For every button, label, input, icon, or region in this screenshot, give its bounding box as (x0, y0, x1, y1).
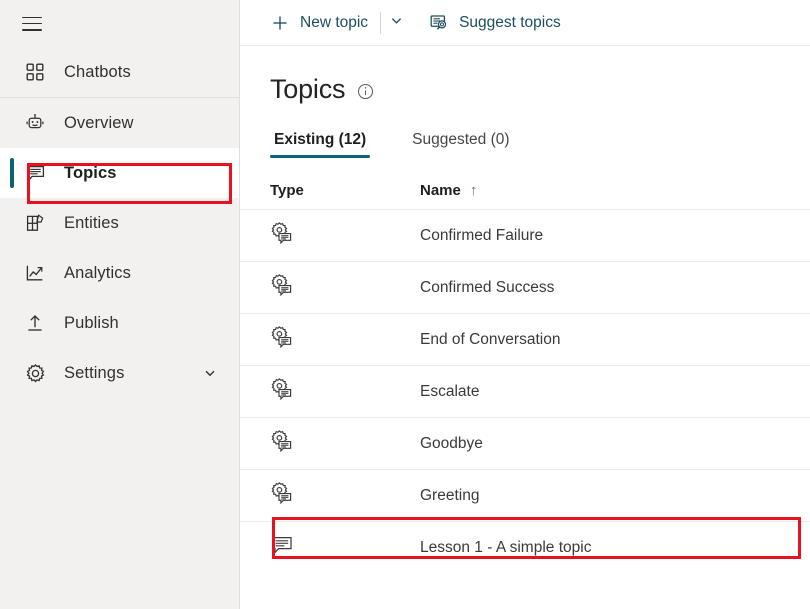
main-content: New topic Suggest topics Topics Existing… (240, 0, 810, 609)
app-root: Chatbots Overview Topics Entities Analyt… (0, 0, 810, 609)
suggest-topics-button[interactable]: Suggest topics (423, 5, 567, 41)
suggest-topics-label: Suggest topics (459, 13, 561, 31)
topic-name-cell: Escalate (420, 382, 480, 400)
table-row[interactable]: Confirmed Success (240, 261, 810, 313)
topic-type-cell (270, 273, 420, 302)
sidebar-item-label: Publish (64, 313, 119, 332)
sidebar-item-publish[interactable]: Publish (0, 298, 239, 348)
sidebar-item-label: Overview (64, 113, 134, 132)
topics-tablist: Existing (12) Suggested (0) (270, 131, 810, 158)
info-icon[interactable] (357, 83, 374, 100)
suggest-topics-icon (429, 13, 449, 33)
sidebar-item-label: Topics (64, 163, 117, 182)
page-title: Topics (270, 74, 346, 104)
sidebar: Chatbots Overview Topics Entities Analyt… (0, 0, 240, 609)
topic-type-cell (270, 325, 420, 354)
system-topic-icon (270, 273, 294, 302)
topic-type-cell (270, 481, 420, 510)
chevron-down-icon (389, 13, 404, 33)
chevron-down-icon[interactable] (203, 366, 217, 380)
tab-existing[interactable]: Existing (12) (270, 131, 371, 158)
hamburger-row (0, 0, 239, 47)
table-row-greeting[interactable]: Greeting (240, 469, 810, 521)
topic-name-cell: End of Conversation (420, 330, 561, 348)
entities-grid-icon (24, 212, 46, 234)
new-topic-button[interactable]: New topic (264, 5, 374, 41)
tab-suggested[interactable]: Suggested (0) (408, 131, 513, 158)
table-header-row: Type Name ↑ (240, 171, 810, 209)
sidebar-item-entities[interactable]: Entities (0, 198, 239, 248)
sidebar-item-topics[interactable]: Topics (0, 148, 239, 198)
new-topic-dropdown-button[interactable] (383, 5, 409, 41)
table-row[interactable]: Lesson 1 - A simple topic (240, 521, 810, 573)
sidebar-item-label: Analytics (64, 263, 131, 282)
table-row[interactable]: Escalate (240, 365, 810, 417)
column-header-name[interactable]: Name ↑ (420, 182, 810, 199)
line-chart-icon (24, 262, 46, 284)
system-topic-icon (270, 481, 294, 510)
hamburger-menu-icon[interactable] (22, 16, 42, 31)
topic-type-cell (270, 429, 420, 458)
bot-icon (24, 112, 46, 134)
upload-icon (24, 312, 46, 334)
topic-name-cell: Greeting (420, 486, 480, 504)
sidebar-item-overview[interactable]: Overview (0, 98, 239, 148)
system-topic-icon (270, 377, 294, 406)
sidebar-item-label: Chatbots (64, 62, 131, 81)
selection-indicator (10, 158, 14, 188)
page-header: Topics (240, 46, 810, 103)
topics-table: Type Name ↑ Confirmed Failure Confirmed … (240, 171, 810, 573)
table-row[interactable]: End of Conversation (240, 313, 810, 365)
column-header-name-label: Name (420, 181, 461, 199)
chat-bubble-icon (24, 162, 46, 184)
topic-name-cell: Goodbye (420, 434, 483, 452)
system-topic-icon (270, 221, 294, 250)
command-separator (380, 11, 382, 34)
sidebar-item-chatbots[interactable]: Chatbots (0, 47, 239, 97)
hamburger-bar (22, 16, 42, 19)
table-row[interactable]: Confirmed Failure (240, 209, 810, 261)
system-topic-icon (270, 325, 294, 354)
sidebar-item-label: Settings (64, 363, 125, 382)
plus-icon (270, 13, 290, 33)
sort-ascending-icon: ↑ (469, 181, 478, 199)
system-topic-icon (270, 429, 294, 458)
sidebar-item-label: Entities (64, 213, 119, 232)
topic-name-cell: Lesson 1 - A simple topic (420, 538, 592, 556)
grid-icon (24, 61, 46, 83)
gear-icon (24, 362, 46, 384)
topic-type-cell (270, 533, 420, 562)
topic-name-cell: Confirmed Success (420, 278, 555, 296)
hamburger-bar (22, 28, 42, 31)
table-row[interactable]: Goodbye (240, 417, 810, 469)
topic-type-cell (270, 221, 420, 250)
topic-type-cell (270, 377, 420, 406)
command-bar: New topic Suggest topics (240, 0, 810, 46)
new-topic-label: New topic (300, 13, 369, 31)
custom-topic-icon (270, 533, 294, 562)
hamburger-bar (22, 22, 42, 25)
column-header-type[interactable]: Type (270, 182, 420, 199)
sidebar-item-analytics[interactable]: Analytics (0, 248, 239, 298)
topic-name-cell: Confirmed Failure (420, 226, 544, 244)
sidebar-item-settings[interactable]: Settings (0, 348, 239, 398)
